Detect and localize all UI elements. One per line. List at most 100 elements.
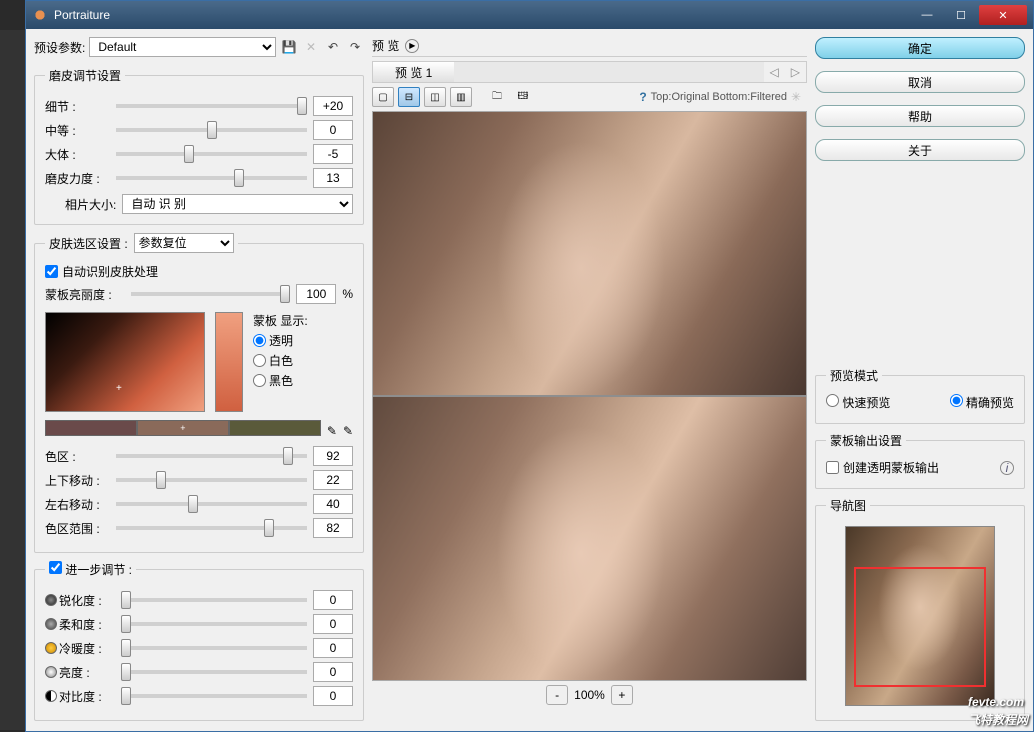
hue-label: 色区 : xyxy=(45,448,110,465)
sharp-value[interactable] xyxy=(313,590,353,610)
enhance-group: 进一步调节 : 锐化度 : 柔和度 : 冷暖度 : 亮度 xyxy=(34,561,364,721)
skin-tone-strip[interactable] xyxy=(215,312,243,412)
navigator-image[interactable] xyxy=(845,526,995,706)
zoom-in-button[interactable]: + xyxy=(611,685,633,705)
bright-slider[interactable] xyxy=(121,670,307,674)
mask-brightness-label: 蒙板亮丽度 : xyxy=(45,286,125,303)
large-slider[interactable] xyxy=(116,152,307,156)
bright-label: 亮度 : xyxy=(59,664,90,681)
range-slider[interactable] xyxy=(116,526,307,530)
enhance-checkbox[interactable] xyxy=(49,561,62,574)
large-value[interactable] xyxy=(313,144,353,164)
minimize-button[interactable]: — xyxy=(911,5,943,25)
view-split-h-button[interactable]: ⊟ xyxy=(398,87,420,107)
preview-play-icon[interactable]: ▶ xyxy=(405,39,419,53)
view-split-v-button[interactable]: ◫ xyxy=(424,87,446,107)
warm-icon xyxy=(45,642,57,654)
strength-value[interactable] xyxy=(313,168,353,188)
info-icon[interactable]: i xyxy=(1000,461,1014,475)
eyedropper-plus-icon[interactable]: ✎ xyxy=(343,424,353,438)
soft-slider[interactable] xyxy=(121,622,307,626)
preview-next-icon[interactable]: ▷ xyxy=(785,65,806,79)
preview-legend: 预 览 xyxy=(372,37,399,54)
view-single-button[interactable]: ▢ xyxy=(372,87,394,107)
skin-reset-select[interactable]: 参数复位 xyxy=(134,233,234,253)
fine-value[interactable] xyxy=(313,96,353,116)
watermark: fevte.com 飞特教程网 xyxy=(968,690,1028,728)
undo-icon[interactable]: ↶ xyxy=(324,38,342,56)
leftright-label: 左右移动 : xyxy=(45,496,110,513)
updown-label: 上下移动 : xyxy=(45,472,110,489)
preview-pane[interactable] xyxy=(372,111,807,681)
hue-swatch-2[interactable]: + xyxy=(137,420,229,436)
loading-icon: ✳ xyxy=(791,90,807,104)
mask-brightness-slider[interactable] xyxy=(131,292,290,296)
delete-preset-icon[interactable]: ✕ xyxy=(302,38,320,56)
window-title: Portraiture xyxy=(54,8,909,22)
preset-select[interactable]: Default xyxy=(89,37,276,57)
skin-group: 皮肤选区设置 : 参数复位 自动识别皮肤处理 蒙板亮丽度 : % xyxy=(34,233,364,553)
zoom-value: 100% xyxy=(574,688,605,702)
warm-value[interactable] xyxy=(313,638,353,658)
hue-swatch-3[interactable] xyxy=(229,420,321,436)
mask-white-radio[interactable] xyxy=(253,354,266,367)
cancel-button[interactable]: 取消 xyxy=(815,71,1025,93)
camera-icon[interactable]: 🖽 xyxy=(512,87,534,107)
contrast-value[interactable] xyxy=(313,686,353,706)
hue-value[interactable] xyxy=(313,446,353,466)
fine-label: 细节 : xyxy=(45,98,110,115)
soft-icon xyxy=(45,618,57,630)
strength-label: 磨皮力度 : xyxy=(45,170,110,187)
leftright-slider[interactable] xyxy=(116,502,307,506)
mask-output-group: 蒙板输出设置 创建透明蒙板输出 i xyxy=(815,432,1025,489)
auto-skin-checkbox[interactable] xyxy=(45,265,58,278)
mask-transparent-radio[interactable] xyxy=(253,334,266,347)
plugin-window: Portraiture — ☐ ✕ 预设参数: Default 💾 ✕ ↶ ↷ … xyxy=(25,0,1034,732)
strength-slider[interactable] xyxy=(116,176,307,180)
about-button[interactable]: 关于 xyxy=(815,139,1025,161)
hue-slider[interactable] xyxy=(116,454,307,458)
navigator-group: 导航图 xyxy=(815,497,1025,721)
ok-button[interactable]: 确定 xyxy=(815,37,1025,59)
help-button[interactable]: 帮助 xyxy=(815,105,1025,127)
photosize-select[interactable]: 自动 识 别 xyxy=(122,194,353,214)
mask-black-radio[interactable] xyxy=(253,374,266,387)
close-button[interactable]: ✕ xyxy=(979,5,1027,25)
updown-value[interactable] xyxy=(313,470,353,490)
preview-prev-icon[interactable]: ◁ xyxy=(764,65,785,79)
medium-value[interactable] xyxy=(313,120,353,140)
warm-slider[interactable] xyxy=(121,646,307,650)
mask-show-label: 蒙板 显示: xyxy=(253,312,308,329)
medium-slider[interactable] xyxy=(116,128,307,132)
hue-swatch-1[interactable] xyxy=(45,420,137,436)
create-mask-label: 创建透明蒙板输出 xyxy=(843,459,939,476)
navigator-viewport[interactable] xyxy=(854,567,986,687)
sharp-slider[interactable] xyxy=(121,598,307,602)
mask-brightness-value[interactable] xyxy=(296,284,336,304)
save-preset-icon[interactable]: 💾 xyxy=(280,38,298,56)
bright-value[interactable] xyxy=(313,662,353,682)
range-value[interactable] xyxy=(313,518,353,538)
redo-icon[interactable]: ↷ xyxy=(346,38,364,56)
leftright-value[interactable] xyxy=(313,494,353,514)
large-label: 大体 : xyxy=(45,146,110,163)
eyedropper-icon[interactable]: ✎ xyxy=(327,424,337,438)
titlebar[interactable]: Portraiture — ☐ ✕ xyxy=(26,1,1033,29)
updown-slider[interactable] xyxy=(116,478,307,482)
contrast-slider[interactable] xyxy=(121,694,307,698)
help-icon[interactable]: ? xyxy=(639,90,646,104)
fast-preview-radio[interactable] xyxy=(826,394,839,407)
soft-value[interactable] xyxy=(313,614,353,634)
create-mask-checkbox[interactable] xyxy=(826,461,839,474)
app-icon xyxy=(32,7,48,23)
fine-slider[interactable] xyxy=(116,104,307,108)
folder-icon[interactable]: 🗀 xyxy=(486,87,508,107)
zoom-out-button[interactable]: - xyxy=(546,685,568,705)
maximize-button[interactable]: ☐ xyxy=(945,5,977,25)
view-side-button[interactable]: ▥ xyxy=(450,87,472,107)
preview-tab-1[interactable]: 预 览 1 xyxy=(373,62,454,82)
preview-tabs: 预 览 1 ◁ ▷ xyxy=(372,61,807,83)
skin-color-picker[interactable] xyxy=(45,312,205,412)
auto-skin-label: 自动识别皮肤处理 xyxy=(62,263,158,280)
precise-preview-radio[interactable] xyxy=(950,394,963,407)
